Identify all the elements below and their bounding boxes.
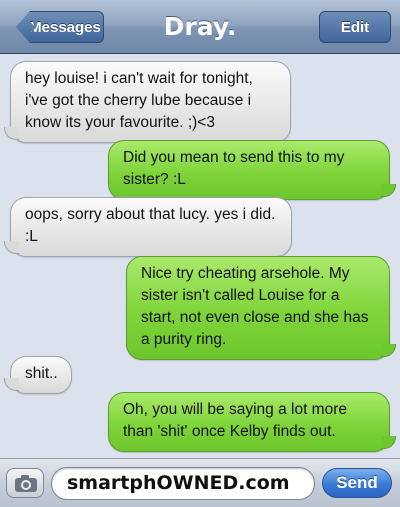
- outgoing-message[interactable]: Did you mean to send this to my sister? …: [108, 140, 396, 200]
- compose-bar: smartphOWNED.com Send: [0, 458, 400, 507]
- camera-icon: [15, 475, 37, 492]
- outgoing-message[interactable]: Nice try cheating arsehole. My sister is…: [126, 256, 396, 360]
- navigation-bar: Messages Dray. Edit: [0, 0, 400, 54]
- send-button[interactable]: Send: [322, 468, 392, 498]
- incoming-message[interactable]: shit..: [10, 356, 72, 394]
- incoming-message[interactable]: oops, sorry about that lucy. yes i did. …: [10, 197, 292, 257]
- camera-button[interactable]: [6, 468, 44, 498]
- outgoing-message[interactable]: Oh, you will be saying a lot more than '…: [108, 392, 396, 452]
- message-input[interactable]: smartphOWNED.com: [51, 467, 315, 500]
- incoming-message[interactable]: hey louise! i can't wait for tonight, i'…: [10, 61, 291, 143]
- message-thread[interactable]: hey louise! i can't wait for tonight, i'…: [0, 54, 400, 458]
- edit-button[interactable]: Edit: [319, 11, 391, 43]
